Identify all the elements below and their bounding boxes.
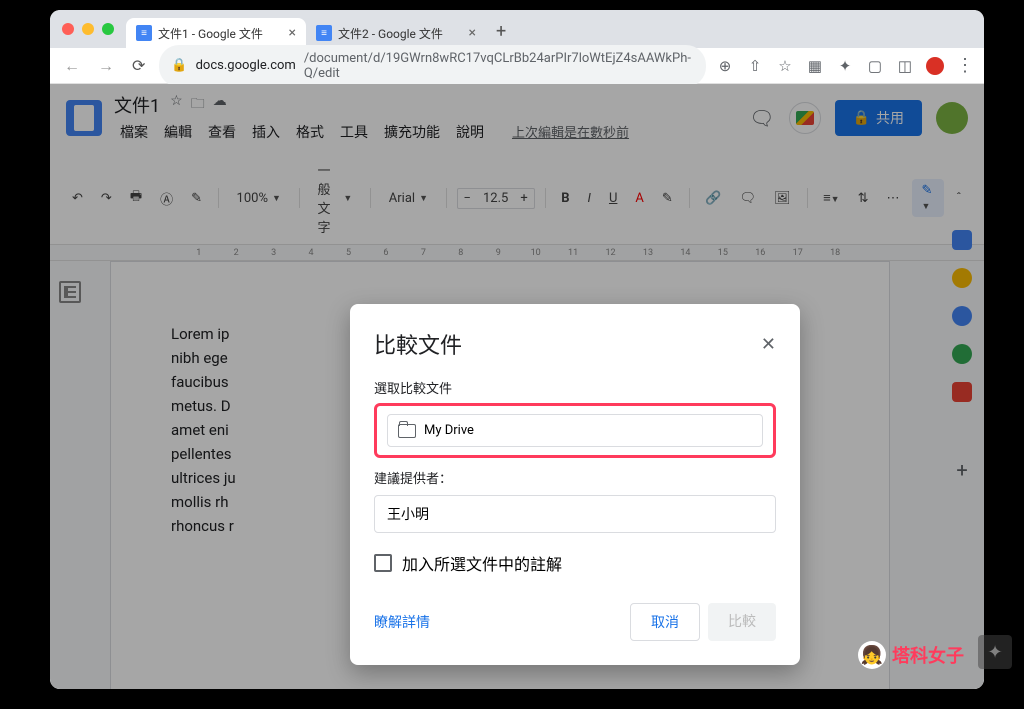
browser-menu-button[interactable]: ⋮ xyxy=(956,55,974,76)
back-button[interactable]: ← xyxy=(60,52,84,80)
panel-icon[interactable]: ◫ xyxy=(896,57,914,75)
profile-avatar-icon[interactable] xyxy=(926,57,944,75)
checkbox-label: 加入所選文件中的註解 xyxy=(402,551,562,575)
watermark-icon: 👧 xyxy=(858,641,886,669)
watermark-text: 塔科女子 xyxy=(892,642,964,668)
explore-button[interactable]: ✦ xyxy=(978,635,1012,669)
drive-picker-button[interactable]: My Drive xyxy=(387,414,763,447)
include-comments-option[interactable]: 加入所選文件中的註解 xyxy=(374,551,776,575)
bookmark-icon[interactable]: ☆ xyxy=(776,57,794,75)
new-tab-button[interactable]: + xyxy=(486,15,516,48)
extension-icons: ⊕ ⇧ ☆ ▦ ✦ ▢ ◫ ⋮ xyxy=(716,55,974,76)
dialog-title: 比較文件 xyxy=(374,328,462,360)
author-input[interactable] xyxy=(374,495,776,533)
lock-icon: 🔒 xyxy=(171,58,187,73)
select-file-label: 選取比較文件 xyxy=(374,378,776,397)
author-label: 建議提供者： xyxy=(374,468,776,487)
reload-button[interactable]: ⟳ xyxy=(128,52,149,79)
browser-tab-2[interactable]: ≡ 文件2 - Google 文件 × xyxy=(306,18,486,48)
cast-icon[interactable]: ▢ xyxy=(866,57,884,75)
traffic-lights xyxy=(62,23,114,35)
address-bar: ← → ⟳ 🔒 docs.google.com/document/d/19GWr… xyxy=(50,48,984,84)
compare-button: 比較 xyxy=(708,603,776,641)
browser-window: ≡ 文件1 - Google 文件 × ≡ 文件2 - Google 文件 × … xyxy=(50,10,984,689)
learn-more-link[interactable]: 瞭解詳情 xyxy=(374,612,430,632)
tab-title: 文件2 - Google 文件 xyxy=(338,25,443,42)
watermark: 👧 塔科女子 xyxy=(858,641,964,669)
extension-icon[interactable]: ▦ xyxy=(806,57,824,75)
url-domain: docs.google.com xyxy=(196,58,296,73)
drive-value: My Drive xyxy=(424,423,474,438)
share-icon[interactable]: ⇧ xyxy=(746,57,764,75)
tab-strip: ≡ 文件1 - Google 文件 × ≡ 文件2 - Google 文件 × … xyxy=(126,10,972,48)
minimize-window-button[interactable] xyxy=(82,23,94,35)
checkbox-icon[interactable] xyxy=(374,554,392,572)
close-tab-icon[interactable]: × xyxy=(469,25,476,41)
docs-app: 文件1 ☆ 🗀 ☁ 檔案 編輯 查看 插入 格式 工具 擴充功能 說明 xyxy=(50,84,984,689)
close-tab-icon[interactable]: × xyxy=(289,25,296,41)
docs-favicon-icon: ≡ xyxy=(136,25,152,41)
search-icon[interactable]: ⊕ xyxy=(716,57,734,75)
folder-icon xyxy=(398,424,416,438)
close-dialog-button[interactable]: ✕ xyxy=(761,334,776,355)
maximize-window-button[interactable] xyxy=(102,23,114,35)
url-input[interactable]: 🔒 docs.google.com/document/d/19GWrn8wRC1… xyxy=(159,45,706,87)
highlighted-field: My Drive xyxy=(374,403,776,458)
browser-tab-1[interactable]: ≡ 文件1 - Google 文件 × xyxy=(126,18,306,48)
close-window-button[interactable] xyxy=(62,23,74,35)
browser-titlebar: ≡ 文件1 - Google 文件 × ≡ 文件2 - Google 文件 × … xyxy=(50,10,984,48)
tab-title: 文件1 - Google 文件 xyxy=(158,25,263,42)
cancel-button[interactable]: 取消 xyxy=(630,603,700,641)
compare-dialog: 比較文件 ✕ 選取比較文件 My Drive 建議提供者： 加入所選文件中的註解… xyxy=(350,304,800,665)
forward-button[interactable]: → xyxy=(94,52,118,80)
url-path: /document/d/19GWrn8wRC17vqCLrBb24arPIr7l… xyxy=(304,51,694,81)
puzzle-icon[interactable]: ✦ xyxy=(836,57,854,75)
docs-favicon-icon: ≡ xyxy=(316,25,332,41)
